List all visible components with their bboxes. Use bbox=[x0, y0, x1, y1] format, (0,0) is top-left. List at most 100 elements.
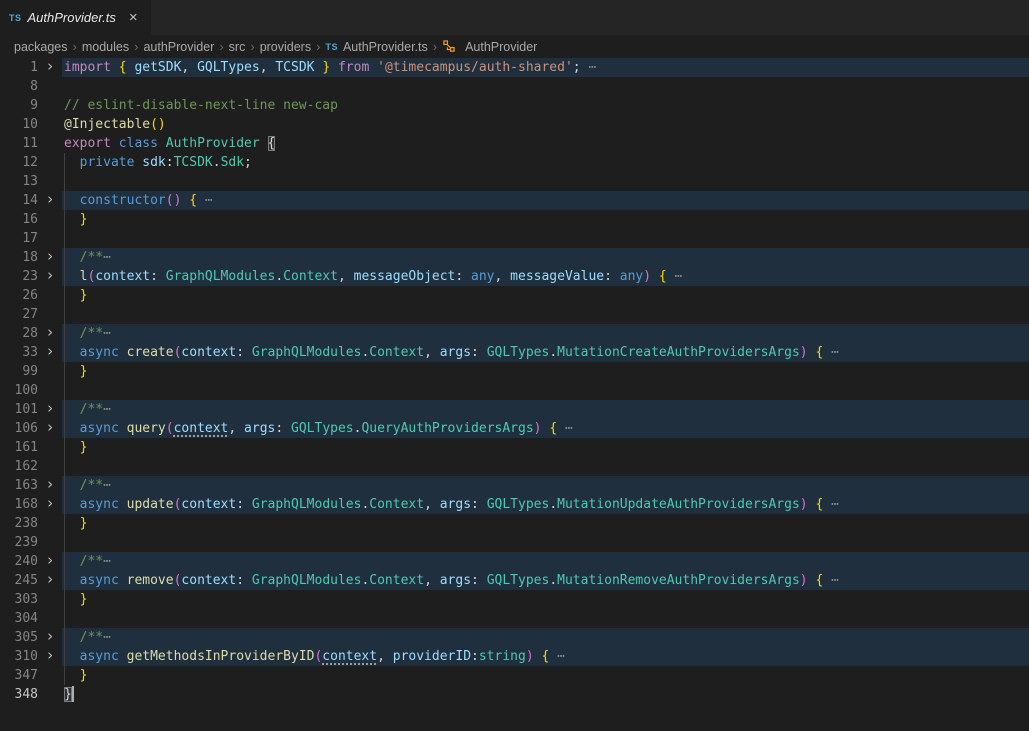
code-line[interactable]: 245› async remove(context: GraphQLModule… bbox=[0, 571, 1029, 590]
code-line[interactable]: 106› async query(context, args: GQLTypes… bbox=[0, 419, 1029, 438]
code-line-content[interactable]: constructor() { ⋯ bbox=[62, 191, 1029, 210]
code-line[interactable]: 161 } bbox=[0, 438, 1029, 457]
code-line-content[interactable]: @Injectable() bbox=[62, 115, 1029, 134]
breadcrumb-item-authprovider[interactable]: authProvider bbox=[142, 40, 215, 54]
code-line-content[interactable]: } bbox=[62, 438, 1029, 457]
code-line-content[interactable] bbox=[62, 229, 1029, 248]
code-line-content[interactable]: async create(context: GraphQLModules.Con… bbox=[62, 343, 1029, 362]
fold-chevron-icon[interactable]: › bbox=[45, 399, 54, 418]
code-line[interactable]: 23› l(context: GraphQLModules.Context, m… bbox=[0, 267, 1029, 286]
code-line-content[interactable]: } bbox=[62, 362, 1029, 381]
code-area[interactable]: 1›import { getSDK, GQLTypes, TCSDK } fro… bbox=[0, 58, 1029, 704]
fold-chevron-icon[interactable]: › bbox=[45, 475, 54, 494]
code-line-content[interactable]: import { getSDK, GQLTypes, TCSDK } from … bbox=[62, 58, 1029, 77]
code-line-content[interactable]: } bbox=[62, 210, 1029, 229]
code-line[interactable]: 14› constructor() { ⋯ bbox=[0, 191, 1029, 210]
tab-authprovider[interactable]: TS AuthProvider.ts × bbox=[0, 0, 151, 35]
code-line[interactable]: 17 bbox=[0, 229, 1029, 248]
fold-chevron-icon[interactable]: › bbox=[45, 551, 54, 570]
fold-placeholder[interactable]: ⋯ bbox=[103, 326, 111, 341]
fold-placeholder[interactable]: ⋯ bbox=[588, 60, 596, 75]
code-line-content[interactable]: } bbox=[62, 286, 1029, 305]
code-line[interactable]: 163› /**⋯ bbox=[0, 476, 1029, 495]
code-line[interactable]: 348} bbox=[0, 685, 1029, 704]
code-line-content[interactable] bbox=[62, 305, 1029, 324]
code-line[interactable]: 239 bbox=[0, 533, 1029, 552]
fold-chevron-icon[interactable]: › bbox=[45, 247, 54, 266]
code-line[interactable]: 10@Injectable() bbox=[0, 115, 1029, 134]
fold-placeholder[interactable]: ⋯ bbox=[103, 478, 111, 493]
code-line-content[interactable]: } bbox=[62, 685, 1029, 704]
code-line[interactable]: 28› /**⋯ bbox=[0, 324, 1029, 343]
fold-placeholder[interactable]: ⋯ bbox=[667, 269, 683, 284]
code-line[interactable]: 1›import { getSDK, GQLTypes, TCSDK } fro… bbox=[0, 58, 1029, 77]
code-line-content[interactable] bbox=[62, 533, 1029, 552]
fold-chevron-icon[interactable]: › bbox=[45, 494, 54, 513]
fold-placeholder[interactable]: ⋯ bbox=[103, 630, 111, 645]
code-line-content[interactable]: async query(context, args: GQLTypes.Quer… bbox=[62, 419, 1029, 438]
fold-chevron-icon[interactable]: › bbox=[45, 266, 54, 285]
code-line[interactable]: 240› /**⋯ bbox=[0, 552, 1029, 571]
code-line-content[interactable] bbox=[62, 609, 1029, 628]
fold-placeholder[interactable]: ⋯ bbox=[823, 497, 839, 512]
code-line-content[interactable]: } bbox=[62, 514, 1029, 533]
code-line[interactable]: 16 } bbox=[0, 210, 1029, 229]
fold-placeholder[interactable]: ⋯ bbox=[823, 345, 839, 360]
code-line[interactable]: 347 } bbox=[0, 666, 1029, 685]
code-line-content[interactable]: /**⋯ bbox=[62, 628, 1029, 647]
breadcrumb-item-file[interactable]: TS AuthProvider.ts bbox=[324, 40, 428, 54]
code-line[interactable]: 13 bbox=[0, 172, 1029, 191]
code-line-content[interactable]: /**⋯ bbox=[62, 400, 1029, 419]
code-line[interactable]: 303 } bbox=[0, 590, 1029, 609]
code-line[interactable]: 168› async update(context: GraphQLModule… bbox=[0, 495, 1029, 514]
fold-placeholder[interactable]: ⋯ bbox=[103, 554, 111, 569]
code-line[interactable]: 305› /**⋯ bbox=[0, 628, 1029, 647]
code-line[interactable]: 238 } bbox=[0, 514, 1029, 533]
breadcrumb-item-src[interactable]: src bbox=[228, 40, 247, 54]
code-line-content[interactable]: // eslint-disable-next-line new-cap bbox=[62, 96, 1029, 115]
code-line[interactable]: 101› /**⋯ bbox=[0, 400, 1029, 419]
breadcrumb-item-packages[interactable]: packages bbox=[13, 40, 69, 54]
code-line-content[interactable]: async remove(context: GraphQLModules.Con… bbox=[62, 571, 1029, 590]
code-line[interactable]: 26 } bbox=[0, 286, 1029, 305]
code-line-content[interactable]: export class AuthProvider { bbox=[62, 134, 1029, 153]
fold-chevron-icon[interactable]: › bbox=[45, 646, 54, 665]
code-line[interactable]: 12 private sdk:TCSDK.Sdk; bbox=[0, 153, 1029, 172]
close-icon[interactable]: × bbox=[126, 9, 141, 26]
code-line-content[interactable] bbox=[62, 457, 1029, 476]
code-line[interactable]: 11export class AuthProvider { bbox=[0, 134, 1029, 153]
code-line-content[interactable]: async getMethodsInProviderByID(context, … bbox=[62, 647, 1029, 666]
code-line[interactable]: 33› async create(context: GraphQLModules… bbox=[0, 343, 1029, 362]
code-line[interactable]: 9// eslint-disable-next-line new-cap bbox=[0, 96, 1029, 115]
code-line-content[interactable]: /**⋯ bbox=[62, 476, 1029, 495]
fold-placeholder[interactable]: ⋯ bbox=[197, 193, 213, 208]
code-line-content[interactable]: l(context: GraphQLModules.Context, messa… bbox=[62, 267, 1029, 286]
code-line-content[interactable]: } bbox=[62, 590, 1029, 609]
code-line[interactable]: 18› /**⋯ bbox=[0, 248, 1029, 267]
breadcrumb-item-providers[interactable]: providers bbox=[259, 40, 312, 54]
fold-chevron-icon[interactable]: › bbox=[45, 627, 54, 646]
code-line[interactable]: 27 bbox=[0, 305, 1029, 324]
code-line-content[interactable] bbox=[62, 77, 1029, 96]
fold-placeholder[interactable]: ⋯ bbox=[823, 573, 839, 588]
fold-placeholder[interactable]: ⋯ bbox=[103, 402, 111, 417]
fold-chevron-icon[interactable]: › bbox=[45, 342, 54, 361]
code-line[interactable]: 310› async getMethodsInProviderByID(cont… bbox=[0, 647, 1029, 666]
code-line[interactable]: 100 bbox=[0, 381, 1029, 400]
code-line-content[interactable] bbox=[62, 172, 1029, 191]
code-line-content[interactable]: /**⋯ bbox=[62, 248, 1029, 267]
fold-chevron-icon[interactable]: › bbox=[45, 57, 54, 76]
code-line-content[interactable]: /**⋯ bbox=[62, 324, 1029, 343]
code-line[interactable]: 99 } bbox=[0, 362, 1029, 381]
breadcrumb-item-symbol[interactable]: AuthProvider bbox=[441, 38, 538, 55]
fold-chevron-icon[interactable]: › bbox=[45, 190, 54, 209]
fold-placeholder[interactable]: ⋯ bbox=[549, 649, 565, 664]
fold-chevron-icon[interactable]: › bbox=[45, 323, 54, 342]
code-line-content[interactable]: private sdk:TCSDK.Sdk; bbox=[62, 153, 1029, 172]
code-line-content[interactable]: } bbox=[62, 666, 1029, 685]
code-line[interactable]: 8 bbox=[0, 77, 1029, 96]
code-line[interactable]: 162 bbox=[0, 457, 1029, 476]
code-line-content[interactable] bbox=[62, 381, 1029, 400]
breadcrumb-item-modules[interactable]: modules bbox=[81, 40, 130, 54]
fold-placeholder[interactable]: ⋯ bbox=[103, 250, 111, 265]
